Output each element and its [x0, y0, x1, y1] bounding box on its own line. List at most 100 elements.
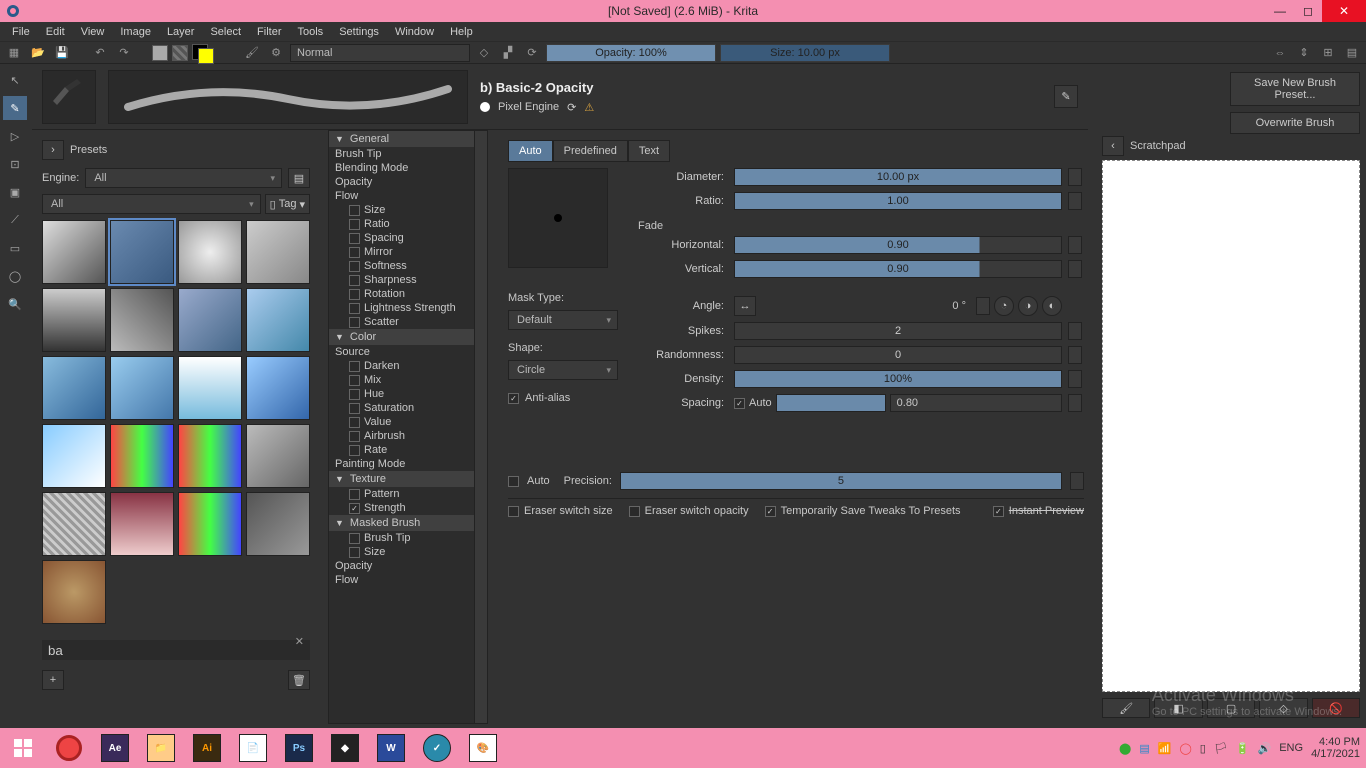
precision-auto-check[interactable]: [508, 476, 519, 487]
angle-lock-icon[interactable]: ◑: [1018, 296, 1038, 316]
setting-softness[interactable]: Softness: [329, 259, 487, 273]
brush-thumb[interactable]: [246, 424, 310, 488]
brush-thumb[interactable]: [42, 220, 106, 284]
brush-thumb[interactable]: [42, 424, 106, 488]
task-app[interactable]: ✓: [414, 728, 460, 768]
scratch-gradient-icon[interactable]: ◧: [1154, 698, 1202, 718]
setting-size[interactable]: Size: [329, 203, 487, 217]
menu-edit[interactable]: Edit: [38, 24, 73, 40]
brush-thumb[interactable]: [42, 288, 106, 352]
setting-value[interactable]: Value: [329, 415, 487, 429]
setting-blending[interactable]: Blending Mode: [329, 161, 487, 175]
scratch-fill-icon[interactable]: ▢: [1207, 698, 1255, 718]
zoom-tool[interactable]: 🔍: [3, 292, 27, 316]
bg-color[interactable]: [198, 48, 214, 64]
brush-thumb[interactable]: [178, 492, 242, 556]
tag-button[interactable]: ▯ Tag ▾: [265, 194, 310, 214]
wrap-icon[interactable]: ⊞: [1318, 43, 1338, 63]
delete-preset-button[interactable]: 🗑: [288, 670, 310, 690]
spacing-stepper[interactable]: [1068, 394, 1082, 412]
task-opera[interactable]: [46, 728, 92, 768]
minimize-button[interactable]: —: [1266, 0, 1294, 22]
randomness-stepper[interactable]: [1068, 346, 1082, 364]
brush-thumb[interactable]: [246, 220, 310, 284]
angle-button[interactable]: ↔: [734, 296, 756, 316]
spikes-slider[interactable]: 2: [734, 322, 1062, 340]
precision-stepper[interactable]: [1070, 472, 1084, 490]
mirror-v-icon[interactable]: ⇕: [1294, 43, 1314, 63]
brush-thumb[interactable]: [42, 560, 106, 624]
scratchpad-collapse-button[interactable]: ‹: [1102, 136, 1124, 156]
brush-preset-icon[interactable]: 🖌: [242, 43, 262, 63]
brush-thumb[interactable]: [110, 356, 174, 420]
select-tool[interactable]: ▭: [3, 236, 27, 260]
scratchpad-canvas[interactable]: [1102, 160, 1360, 692]
scratch-delete-icon[interactable]: 🚫: [1312, 698, 1360, 718]
angle-reset-icon[interactable]: ◔: [994, 296, 1014, 316]
tray-wifi-icon[interactable]: 📶: [1158, 742, 1172, 755]
menu-view[interactable]: View: [73, 24, 113, 40]
setting-lightness[interactable]: Lightness Strength: [329, 301, 487, 315]
menu-image[interactable]: Image: [112, 24, 159, 40]
redo-icon[interactable]: ↷: [114, 43, 134, 63]
menu-file[interactable]: File: [4, 24, 38, 40]
shape-dropdown[interactable]: Circle: [508, 360, 618, 380]
setting-darken[interactable]: Darken: [329, 359, 487, 373]
setting-masked-tip[interactable]: Brush Tip: [329, 531, 487, 545]
tray-clock[interactable]: 4:40 PM 4/17/2021: [1311, 736, 1360, 760]
setting-brush-tip[interactable]: Brush Tip: [329, 147, 487, 161]
setting-ratio[interactable]: Ratio: [329, 217, 487, 231]
workspace-chooser-icon[interactable]: ▤: [1342, 43, 1362, 63]
overwrite-brush-button[interactable]: Overwrite Brush: [1230, 112, 1360, 134]
rename-button[interactable]: ✎: [1054, 85, 1078, 108]
menu-settings[interactable]: Settings: [331, 24, 387, 40]
opacity-slider[interactable]: Opacity: 100%: [546, 44, 716, 62]
reload-engine-icon[interactable]: ⟳: [567, 101, 576, 114]
setting-rotation[interactable]: Rotation: [329, 287, 487, 301]
line-tool[interactable]: ▷: [3, 124, 27, 148]
new-icon[interactable]: ▦: [4, 43, 24, 63]
menu-tools[interactable]: Tools: [290, 24, 332, 40]
brush-thumb[interactable]: [246, 288, 310, 352]
menu-select[interactable]: Select: [202, 24, 249, 40]
tray-volume-icon[interactable]: 🔊: [1258, 742, 1272, 755]
engine-detail-button[interactable]: ▤: [288, 168, 310, 188]
eraser-icon[interactable]: ◇: [474, 43, 494, 63]
tray-lang[interactable]: ENG: [1279, 742, 1303, 754]
presets-collapse-button[interactable]: ›: [42, 140, 64, 160]
brush-thumb[interactable]: [178, 424, 242, 488]
horizontal-stepper[interactable]: [1068, 236, 1082, 254]
blend-mode-dropdown[interactable]: Normal: [290, 44, 470, 62]
brush-thumb[interactable]: [42, 492, 106, 556]
task-ps[interactable]: Ps: [276, 728, 322, 768]
spacing-value[interactable]: 0.80: [890, 394, 1062, 412]
reload-icon[interactable]: ⟳: [522, 43, 542, 63]
mirror-h-icon[interactable]: ⇔: [1270, 43, 1290, 63]
setting-saturation[interactable]: Saturation: [329, 401, 487, 415]
tag-dropdown[interactable]: All: [42, 194, 261, 214]
undo-icon[interactable]: ↶: [90, 43, 110, 63]
setting-mirror[interactable]: Mirror: [329, 245, 487, 259]
diameter-slider[interactable]: 10.00 px: [734, 168, 1062, 186]
precision-slider[interactable]: 5: [620, 472, 1062, 490]
vertical-stepper[interactable]: [1068, 260, 1082, 278]
measure-tool[interactable]: ⟋: [3, 208, 27, 232]
tray-action-icon[interactable]: ▯: [1200, 742, 1206, 755]
density-slider[interactable]: 100%: [734, 370, 1062, 388]
gradient-swatch[interactable]: [152, 45, 168, 61]
tray-shield-icon[interactable]: ⬤: [1119, 742, 1131, 755]
preset-search-input[interactable]: [42, 640, 310, 660]
setting-pattern[interactable]: Pattern: [329, 487, 487, 501]
size-slider[interactable]: Size: 10.00 px: [720, 44, 890, 62]
brush-thumb[interactable]: [178, 356, 242, 420]
setting-spacing[interactable]: Spacing: [329, 231, 487, 245]
eraser-opacity-check[interactable]: [629, 506, 640, 517]
angle-random-icon[interactable]: ◐: [1042, 296, 1062, 316]
setting-strength[interactable]: ✓Strength: [329, 501, 487, 515]
task-inkscape[interactable]: ◆: [322, 728, 368, 768]
spacing-auto-check[interactable]: ✓: [734, 398, 745, 409]
randomness-slider[interactable]: 0: [734, 346, 1062, 364]
setting-flow[interactable]: Flow: [329, 189, 487, 203]
diameter-stepper[interactable]: [1068, 168, 1082, 186]
alpha-icon[interactable]: ▞: [498, 43, 518, 63]
